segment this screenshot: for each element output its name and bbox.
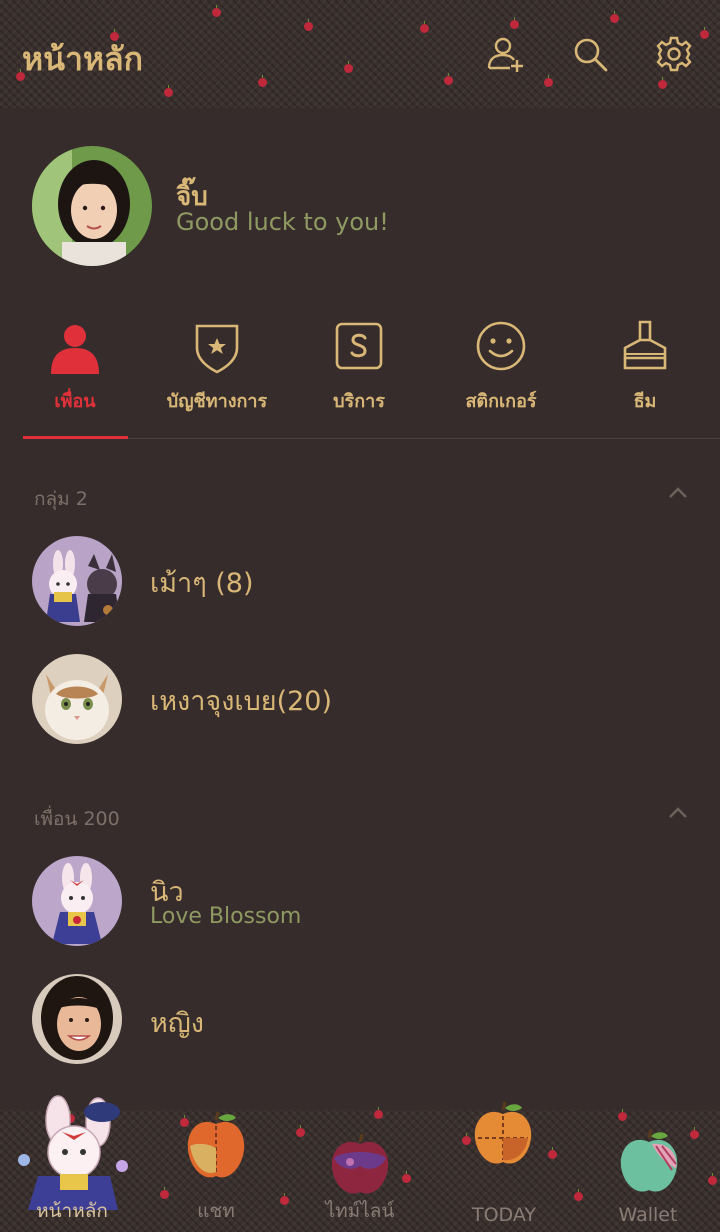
active-tab-indicator bbox=[23, 436, 128, 439]
nav-wallet[interactable]: Wallet bbox=[576, 1110, 720, 1232]
friends-tab-bar: เพื่อน บัญชีทางการ บริการ สติกเกอร์ ธีม bbox=[0, 318, 720, 438]
tab-friends-label: เพื่อน bbox=[54, 391, 96, 412]
tab-official-accounts[interactable]: บัญชีทางการ bbox=[142, 318, 292, 415]
add-friend-icon[interactable] bbox=[486, 34, 526, 74]
nav-chat[interactable]: แชท bbox=[144, 1110, 288, 1232]
bunny-home-icon bbox=[18, 1095, 128, 1210]
tab-themes[interactable]: ธีม bbox=[570, 318, 720, 415]
list-item[interactable]: นิว Love Blossom bbox=[0, 850, 720, 950]
friend-avatar bbox=[32, 974, 122, 1064]
nav-wallet-label: Wallet bbox=[618, 1204, 678, 1226]
tab-stickers-label: สติกเกอร์ bbox=[465, 391, 537, 412]
nav-timeline-label: ไทม์ไลน์ bbox=[325, 1200, 395, 1222]
person-icon bbox=[51, 325, 99, 374]
list-item[interactable]: หญิง bbox=[0, 968, 720, 1068]
apple-chat-icon bbox=[187, 1112, 245, 1178]
page-title: หน้าหลัก bbox=[22, 40, 144, 78]
tab-services-label: บริการ bbox=[333, 391, 385, 412]
nav-today-label: TODAY bbox=[472, 1204, 536, 1226]
nav-timeline[interactable]: ไทม์ไลน์ bbox=[288, 1110, 432, 1232]
smiley-icon bbox=[476, 321, 526, 371]
apple-timeline-icon bbox=[331, 1134, 389, 1194]
search-icon[interactable] bbox=[570, 34, 610, 74]
tab-services[interactable]: บริการ bbox=[284, 318, 434, 415]
groups-section-header[interactable]: กลุ่ม 2 bbox=[34, 484, 88, 514]
nav-home[interactable]: หน้าหลัก bbox=[0, 1095, 144, 1232]
nav-today[interactable]: TODAY bbox=[432, 1101, 576, 1232]
tab-themes-label: ธีม bbox=[633, 391, 657, 412]
tab-friends[interactable]: เพื่อน bbox=[0, 318, 150, 415]
tab-official-accounts-label: บัญชีทางการ bbox=[166, 391, 268, 412]
nav-home-label: หน้าหลัก bbox=[36, 1200, 108, 1222]
tab-stickers[interactable]: สติกเกอร์ bbox=[426, 318, 576, 415]
brush-icon bbox=[623, 320, 667, 370]
profile-status-message[interactable]: Good luck to you! bbox=[176, 208, 389, 236]
service-s-icon bbox=[335, 322, 383, 370]
chevron-up-icon[interactable] bbox=[668, 486, 688, 498]
friend-name: หญิง bbox=[150, 1008, 204, 1039]
group-avatar bbox=[32, 536, 122, 626]
list-item[interactable]: เม้าๆ (8) bbox=[0, 530, 720, 630]
gear-icon[interactable] bbox=[654, 34, 694, 74]
chevron-up-icon[interactable] bbox=[668, 806, 688, 818]
friend-avatar bbox=[32, 856, 122, 946]
apple-today-icon bbox=[474, 1101, 532, 1164]
tab-divider bbox=[24, 438, 720, 439]
shield-star-icon bbox=[195, 324, 239, 374]
group-name: เม้าๆ (8) bbox=[150, 568, 254, 599]
group-avatar bbox=[32, 654, 122, 744]
list-item[interactable]: เหงาจุงเบย(20) bbox=[0, 648, 720, 748]
header-bar: หน้าหลัก bbox=[0, 0, 720, 108]
friends-section-header[interactable]: เพื่อน 200 bbox=[34, 804, 120, 834]
bottom-navigation: หน้าหลัก แชท ไทม์ไลน์ TODAY Wallet bbox=[0, 1095, 720, 1232]
group-name: เหงาจุงเบย(20) bbox=[150, 686, 332, 717]
nav-chat-label: แชท bbox=[197, 1200, 235, 1222]
apple-wallet-icon bbox=[620, 1130, 678, 1192]
profile-avatar[interactable] bbox=[32, 146, 152, 266]
friend-status: Love Blossom bbox=[150, 904, 302, 929]
